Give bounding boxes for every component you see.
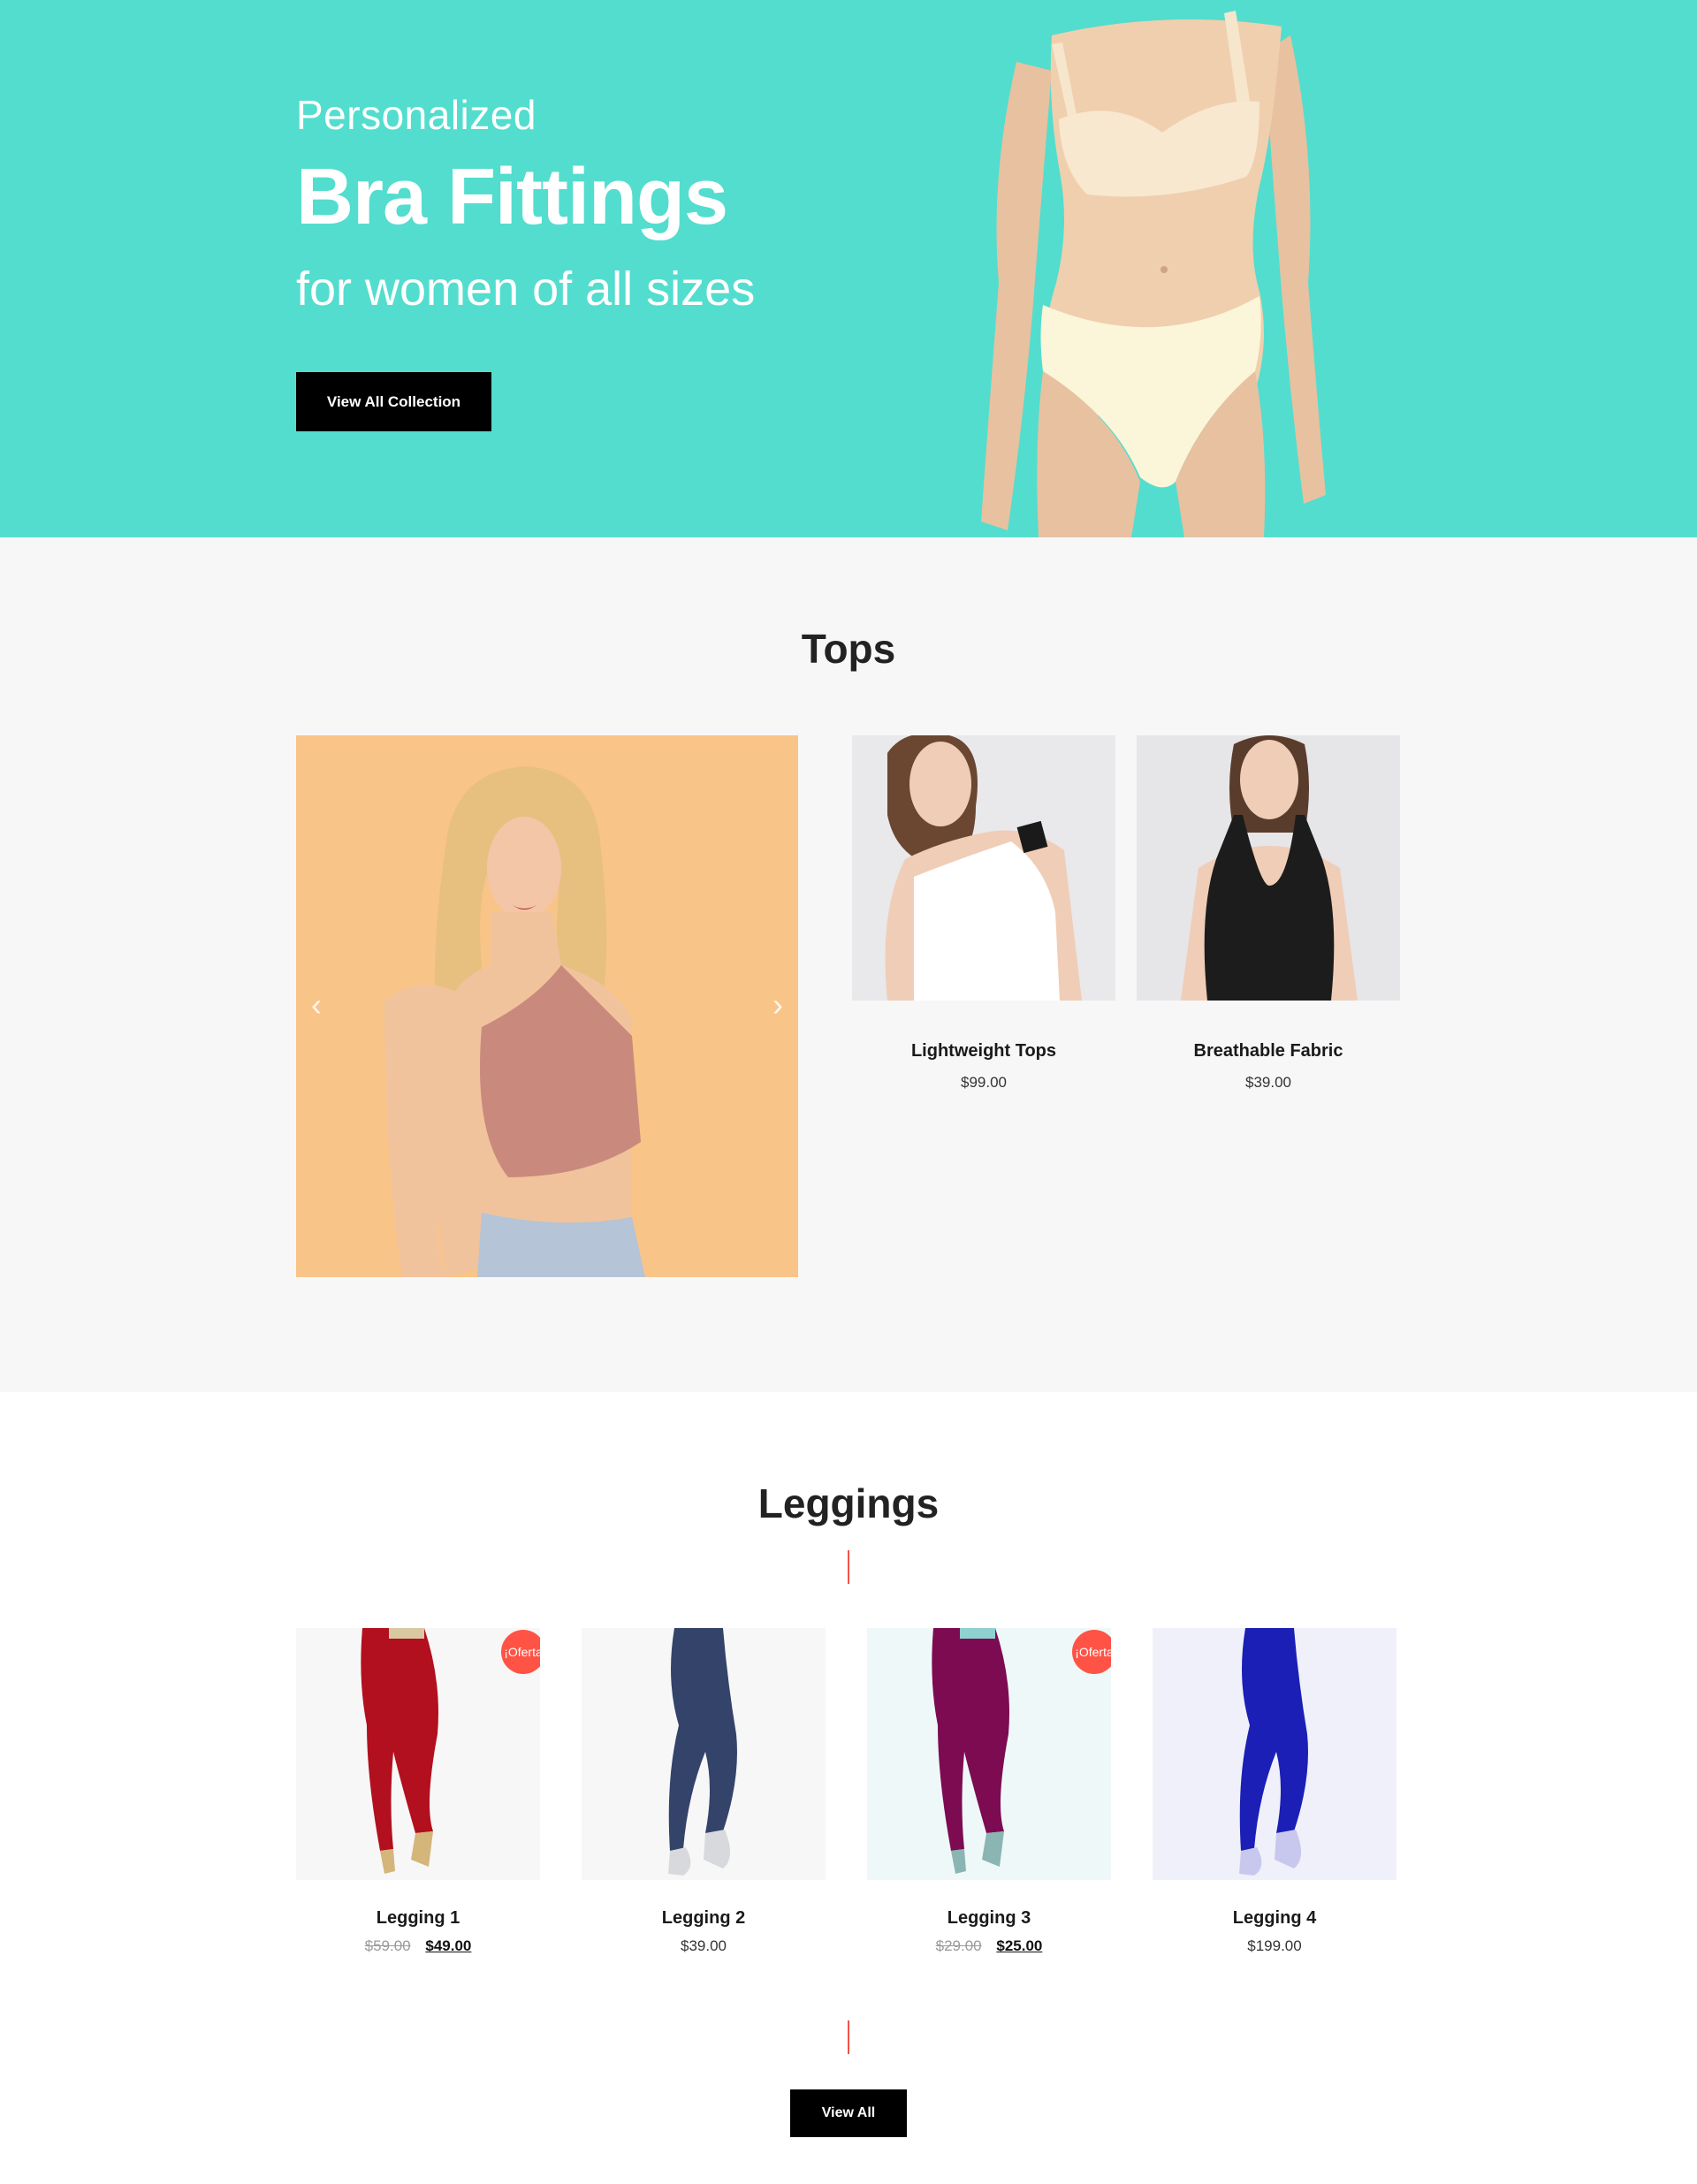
- tops-title: Tops: [801, 626, 896, 672]
- hero-title: Bra Fittings: [296, 153, 728, 241]
- hero-model-image: [955, 0, 1379, 537]
- sale-price: $49.00: [425, 1937, 472, 1954]
- tops-section: Tops ‹ › Lightweight Tops $99.00 Breatha…: [0, 537, 1697, 1392]
- divider-line: [848, 2020, 849, 2054]
- sale-price: $25.00: [996, 1937, 1043, 1954]
- product-image[interactable]: [582, 1628, 826, 1880]
- product-image[interactable]: ¡Oferta: [296, 1628, 540, 1880]
- product-prices: $29.00 $25.00: [867, 1937, 1111, 1955]
- old-price: $29.00: [935, 1937, 982, 1954]
- carousel-model-image: [296, 735, 798, 1277]
- view-all-button[interactable]: View All: [790, 2089, 907, 2137]
- product-name[interactable]: Legging 4: [1153, 1908, 1396, 1929]
- hero-subtitle: for women of all sizes: [296, 263, 756, 316]
- product-name[interactable]: Legging 3: [867, 1908, 1111, 1929]
- product-card[interactable]: Breathable Fabric $39.00: [1137, 735, 1400, 1092]
- product-name[interactable]: Lightweight Tops: [852, 1041, 1115, 1062]
- leggings-section: Leggings ¡Oferta Legging 1 $59.00 $49.00: [0, 1392, 1697, 2184]
- product-price: $39.00: [1245, 1074, 1291, 1091]
- product-name[interactable]: Breathable Fabric: [1137, 1041, 1400, 1062]
- sale-badge: ¡Oferta: [501, 1630, 540, 1674]
- leggings-title: Leggings: [757, 1480, 940, 1526]
- product-name[interactable]: Legging 1: [296, 1908, 540, 1929]
- product-card[interactable]: Legging 2 $39.00: [582, 1628, 826, 1955]
- old-price: $59.00: [364, 1937, 411, 1954]
- product-image[interactable]: [1137, 735, 1400, 1001]
- tops-carousel[interactable]: ‹ ›: [296, 735, 798, 1277]
- product-price: $199.00: [1247, 1937, 1302, 1954]
- product-card[interactable]: Lightweight Tops $99.00: [852, 735, 1115, 1092]
- chevron-left-icon[interactable]: ‹: [303, 987, 330, 1023]
- product-prices: $199.00: [1153, 1937, 1396, 1955]
- product-image[interactable]: [852, 735, 1115, 1001]
- hero-banner: Personalized Bra Fittings for women of a…: [0, 0, 1697, 537]
- product-price: $99.00: [961, 1074, 1007, 1091]
- view-all-collection-button[interactable]: View All Collection: [296, 372, 491, 431]
- chevron-right-icon[interactable]: ›: [765, 987, 791, 1023]
- hero-pre-title: Personalized: [296, 92, 536, 138]
- product-image[interactable]: ¡Oferta: [867, 1628, 1111, 1880]
- product-name[interactable]: Legging 2: [582, 1908, 826, 1929]
- product-card[interactable]: Legging 4 $199.00: [1153, 1628, 1396, 1955]
- product-prices: $59.00 $49.00: [296, 1937, 540, 1955]
- hero-text: Personalized Bra Fittings for women of a…: [296, 88, 755, 320]
- product-card[interactable]: ¡Oferta Legging 3 $29.00 $25.00: [867, 1628, 1111, 1955]
- product-image[interactable]: [1153, 1628, 1396, 1880]
- product-price: $39.00: [681, 1937, 727, 1954]
- sale-badge: ¡Oferta: [1072, 1630, 1111, 1674]
- divider-line: [848, 1550, 849, 1584]
- product-prices: $39.00: [582, 1937, 826, 1955]
- product-card[interactable]: ¡Oferta Legging 1 $59.00 $49.00: [296, 1628, 540, 1955]
